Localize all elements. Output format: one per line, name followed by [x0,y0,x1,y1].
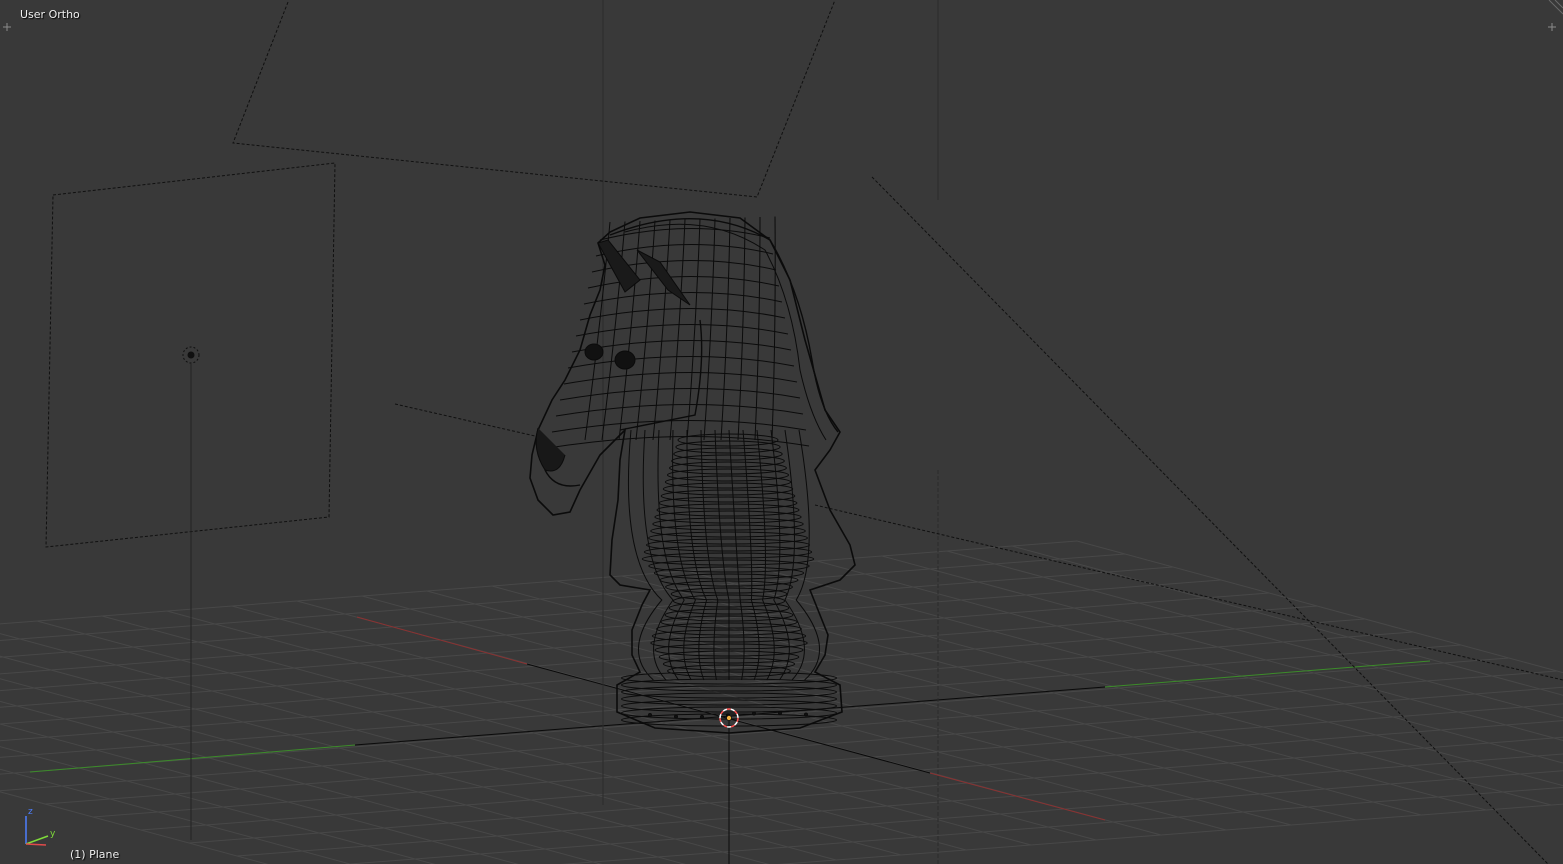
floor-grid [0,540,1563,864]
lamp-plane-outline [45,0,1563,864]
grid-line [361,595,1227,831]
knight-base-vertex [674,714,678,719]
knight-head-loop [567,356,795,369]
knight-meridian [672,429,696,681]
knight-head-loop [686,218,701,441]
knight-head-loop [635,220,656,441]
grid-line [231,605,1097,841]
grid-line [166,610,1032,846]
knight-ring [667,468,789,482]
knight-head-loop [669,219,686,441]
grid-line [816,560,1563,764]
knight-base-vertex [804,712,808,717]
knight-ring [675,440,781,454]
knight-ring [641,552,815,566]
grid-line [0,540,1078,625]
knight-ring [662,482,794,496]
knight-head-loop [551,419,807,433]
knight-nostril [535,427,566,472]
knight-base-vertex [648,713,652,717]
knight-head-loop [703,218,716,441]
grid-line [881,555,1563,741]
knight-meridian [756,429,775,681]
knight-head-loop [575,323,789,337]
axis-z-label: z [28,807,33,817]
y-axis-line [29,744,356,773]
axis-y-label: y [50,829,56,839]
area-corner-handle-top-right[interactable] [1547,0,1563,16]
grid-line [491,585,1357,821]
knight-eye [614,350,636,370]
plus-icon [3,23,11,31]
grid-line [0,618,1366,725]
axis-orientation-gizmo: z y [16,806,60,850]
grid-line [0,655,770,864]
grid-line [1076,540,1563,674]
scene-canvas[interactable] [0,0,1563,864]
knight-head-loop [652,219,671,441]
knight-base-vertex [700,714,704,719]
area-split-widget-left[interactable] [2,22,12,32]
knight-head-loop [579,307,786,321]
3d-viewport[interactable]: User Ortho (1) Plane z y [0,0,1563,864]
grid-line [1011,545,1563,696]
grid-line [426,590,1292,826]
grid-line [0,768,352,864]
axis-gizmo-icon [25,816,49,846]
knight-ring [643,545,813,559]
grid-line [36,620,902,856]
knight-head-loop [720,217,731,441]
knight-ring [664,475,792,489]
grid-line [0,723,519,864]
knight-mane [624,223,827,441]
knight-ring [658,496,798,510]
grid-line [0,678,686,864]
grid-line [777,803,1563,864]
knight-head-loop [547,435,810,449]
grid-line [0,700,603,864]
knight-ring [671,454,785,468]
grid-line [101,615,967,851]
view-name-label: User Ortho [20,8,80,21]
knight-base-vertex [752,711,756,716]
knight-head-loop [555,404,804,417]
knight-head-loop [587,276,780,289]
knight-ring [673,447,783,461]
knight-meridian [714,429,730,680]
knight-head-loop [559,388,801,401]
lamp-object [182,346,200,840]
active-object-label: (1) Plane [70,848,120,861]
knight-ring [656,503,800,517]
knight-mouth [544,469,581,487]
knight-ring [660,489,796,503]
knight-eye [584,343,604,361]
knight-base-vertex [778,711,782,716]
knight-head-loop [563,372,798,385]
knight-ring [621,692,837,706]
knight-meridian [728,429,745,681]
knight-ring [648,559,810,573]
area-split-widget-right[interactable] [1547,22,1557,32]
knight-meridian [742,429,760,681]
knight-ring [653,566,805,580]
knight-head-loop [771,216,776,441]
knight-ring [646,538,810,552]
knight-meridian [686,429,708,681]
knight-meridian [700,429,719,681]
knight-ring [621,685,837,699]
grid-line [343,770,1563,864]
knight-ring [650,524,806,538]
plus-icon [1548,23,1556,31]
knight-ring [648,531,808,545]
grid-line [946,550,1563,719]
